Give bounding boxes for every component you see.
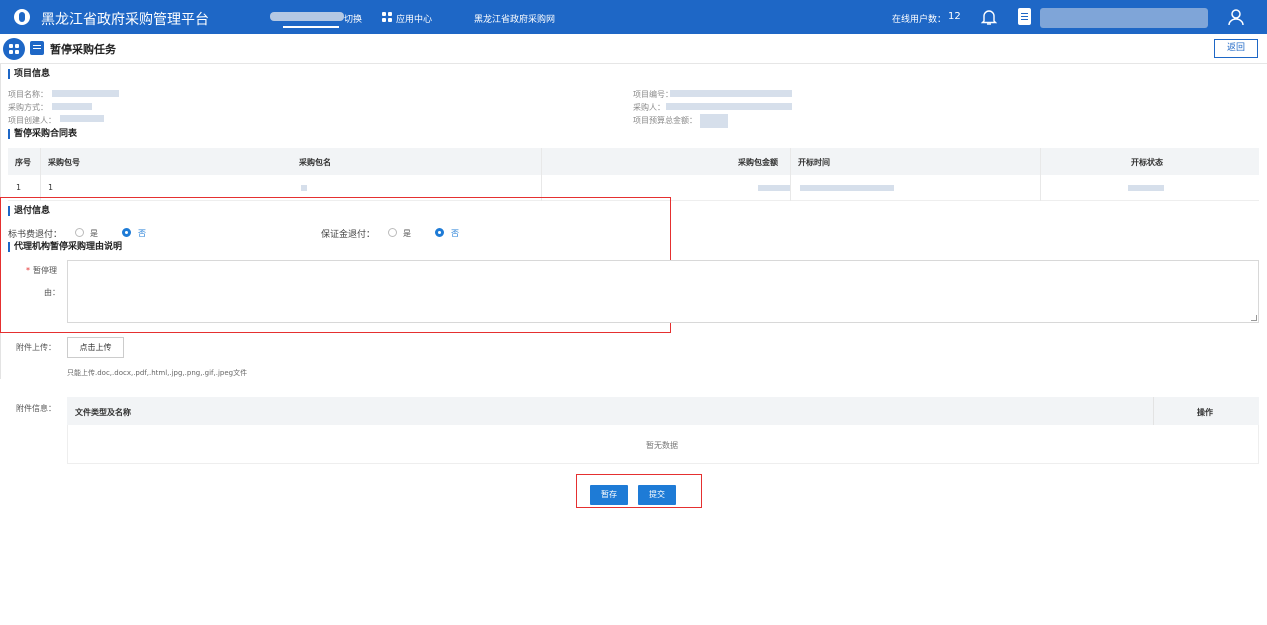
redacted-opening-time [800,185,894,191]
active-tab-underline [283,26,339,28]
redacted-user-info [1040,8,1208,28]
app-grid-icon [382,12,392,22]
col-package-amount: 采购包金额 [738,158,778,167]
row-index: 1 [16,183,22,192]
redacted-project-name [52,90,119,97]
table-divider [790,148,791,201]
switch-link[interactable]: 切换 [344,12,362,25]
redacted-procurement-method [52,103,92,110]
deposit-yes-radio[interactable] [388,228,397,237]
attachment-table-header: 文件类型及名称 操作 [67,397,1259,425]
upload-label: 附件上传： [16,343,56,352]
doc-fee-refund-label: 标书费退付： [8,230,63,240]
redacted-package-amount [758,185,790,191]
suspend-reason-label-cont: 由： [44,288,60,297]
menu-grid-icon[interactable] [3,38,25,60]
doc-fee-no-label: 否 [138,229,146,238]
top-navigation-bar: 黑龙江省政府采购管理平台 切换 应用中心 黑龙江省政府采购网 在线用户数： 12 [0,0,1267,34]
doc-fee-yes-label: 是 [90,229,98,238]
attachment-table-body: 暂无数据 [67,425,1259,464]
col-index: 序号 [15,158,31,167]
redacted-project-budget [700,114,728,128]
col-package-name: 采购包名 [299,158,331,167]
todo-document-icon[interactable] [1018,8,1031,25]
form-icon [30,41,44,55]
redacted-package-name [301,185,307,191]
online-users-label: 在线用户数： [892,15,947,25]
project-creator-label: 项目创建人： [8,116,56,125]
required-mark: * [26,266,30,275]
col-package-no: 采购包号 [48,158,80,167]
table-divider [541,148,542,201]
purchaser-label: 采购人： [633,103,665,112]
app-center-link[interactable]: 应用中心 [396,12,432,25]
deposit-no-label: 否 [451,229,459,238]
contract-table-title: 暂停采购合同表 [8,129,77,139]
deposit-refund-label: 保证金退付： [321,230,376,240]
procurement-method-label: 采购方式： [8,103,48,112]
suspend-reason-title: 代理机构暂停采购理由说明 [8,242,122,252]
table-divider [40,148,41,201]
upload-hint: 只能上传.doc,.docx,.pdf,.html,.jpg,.png,.gif… [67,369,248,377]
col-opening-status: 开标状态 [1131,158,1163,167]
suspend-reason-label: 暂停理 [33,266,57,275]
col-file-name: 文件类型及名称 [75,408,131,417]
project-code-label: 项目编号： [633,90,673,99]
back-button[interactable]: 返回 [1214,39,1258,58]
platform-logo-icon [14,9,30,25]
deposit-no-radio[interactable] [435,228,444,237]
col-opening-time: 开标时间 [798,158,830,167]
portal-link[interactable]: 黑龙江省政府采购网 [474,12,555,25]
row-package-no: 1 [48,183,54,192]
redacted-org-name [270,12,344,21]
resize-handle-icon[interactable] [1251,315,1257,321]
doc-fee-yes-radio[interactable] [75,228,84,237]
refund-info-title: 退付信息 [8,206,50,216]
project-budget-label: 项目预算总金额： [633,116,697,125]
deposit-yes-label: 是 [403,229,411,238]
upload-button[interactable]: 点击上传 [67,337,124,358]
app-title: 黑龙江省政府采购管理平台 [41,12,209,28]
suspend-reason-textarea[interactable] [67,260,1259,323]
attachment-info-label: 附件信息： [16,404,56,413]
project-info-title: 项目信息 [8,69,50,79]
user-account-icon[interactable] [1227,8,1245,26]
empty-data-text: 暂无数据 [646,441,678,450]
table-divider [1153,397,1154,425]
page-header-bar [0,34,1267,64]
notification-bell-icon[interactable] [981,8,997,26]
redacted-project-creator [60,115,104,122]
project-name-label: 项目名称： [8,90,48,99]
submit-button[interactable]: 提交 [638,485,676,505]
doc-fee-no-radio[interactable] [122,228,131,237]
page-title: 暂停采购任务 [50,43,116,56]
contract-table-header: 序号 采购包号 采购包名 采购包金额 开标时间 开标状态 [8,148,1259,175]
redacted-purchaser [666,103,792,110]
col-action: 操作 [1197,408,1213,417]
save-draft-button[interactable]: 暂存 [590,485,628,505]
table-divider [1040,148,1041,201]
redacted-opening-status [1128,185,1164,191]
online-users-count: 12 [948,11,961,22]
redacted-project-code [670,90,792,97]
